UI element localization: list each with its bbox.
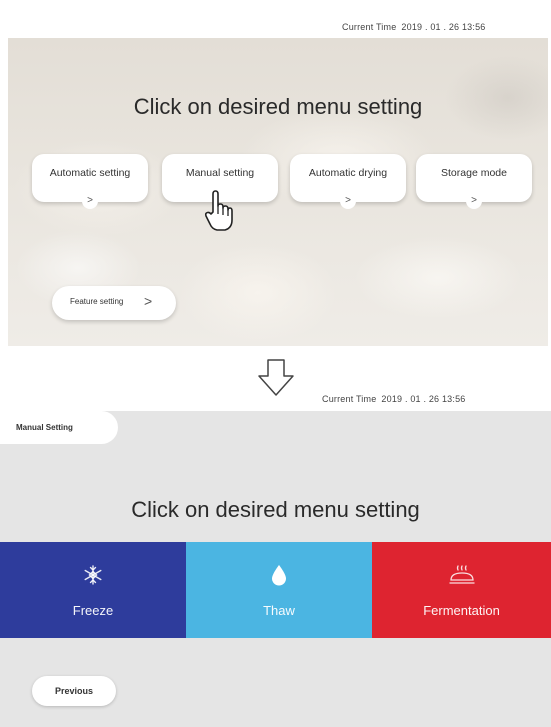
screen-tag-label: Manual Setting xyxy=(16,423,73,432)
storage-mode-button[interactable]: Storage mode > xyxy=(416,154,532,209)
bread-icon xyxy=(448,564,476,591)
automatic-setting-button[interactable]: Automatic setting > xyxy=(32,154,148,209)
mode-tiles: Freeze Thaw Fermentation xyxy=(0,542,551,638)
freeze-tile[interactable]: Freeze xyxy=(0,542,186,638)
thaw-tile[interactable]: Thaw xyxy=(186,542,372,638)
current-time: Current Time 2019 . 01 . 26 13:56 xyxy=(342,22,486,32)
chevron-right-icon: > xyxy=(144,293,153,309)
button-label: Automatic setting xyxy=(49,167,131,179)
fermentation-tile[interactable]: Fermentation xyxy=(372,542,551,638)
main-menu-screen: Click on desired menu setting Automatic … xyxy=(8,38,548,346)
tile-label: Fermentation xyxy=(423,603,500,618)
chevron-right-icon: > xyxy=(82,193,98,209)
button-label: Automatic drying xyxy=(308,167,388,179)
current-time-value: 2019 . 01 . 26 13:56 xyxy=(401,22,486,32)
current-time-label: Current Time xyxy=(322,394,377,404)
current-time: Current Time 2019 . 01 . 26 13:56 xyxy=(322,394,466,404)
screen-tag: Manual Setting xyxy=(0,411,118,444)
snowflake-icon xyxy=(82,564,104,591)
water-drop-icon xyxy=(271,564,287,591)
page-title: Click on desired menu setting xyxy=(133,94,423,119)
current-time-label: Current Time xyxy=(342,22,397,32)
page-title: Click on desired menu setting xyxy=(131,497,420,522)
hand-pointer-icon xyxy=(204,190,234,237)
automatic-drying-button[interactable]: Automatic drying > xyxy=(290,154,406,209)
button-label: Storage mode xyxy=(441,167,507,179)
previous-button[interactable]: Previous xyxy=(32,676,116,706)
tile-label: Freeze xyxy=(72,603,114,618)
manual-setting-screen: Manual Setting Click on desired menu set… xyxy=(0,411,551,727)
tile-label: Thaw xyxy=(263,603,295,618)
button-label: Manual setting xyxy=(185,167,255,179)
button-label: Feature setting xyxy=(70,297,124,306)
chevron-right-icon: > xyxy=(340,193,356,209)
chevron-right-icon: > xyxy=(466,193,482,209)
down-arrow-icon xyxy=(256,358,296,403)
current-time-value: 2019 . 01 . 26 13:56 xyxy=(381,394,466,404)
feature-setting-button[interactable]: Feature setting > xyxy=(52,286,176,320)
